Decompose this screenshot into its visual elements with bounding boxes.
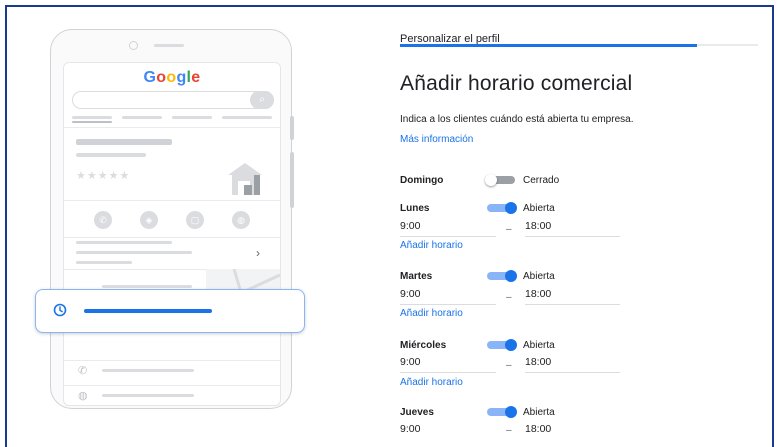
toggle-knob xyxy=(505,339,517,351)
time-separator: – xyxy=(506,224,512,235)
more-info-link[interactable]: Más información xyxy=(400,134,473,145)
day-label-lunes: Lunes xyxy=(400,203,430,214)
close-time-martes[interactable]: 18:00 xyxy=(525,287,620,305)
close-time-jueves[interactable]: 18:00 xyxy=(525,422,620,439)
business-subtitle-placeholder xyxy=(76,153,146,157)
clock-icon xyxy=(53,303,67,317)
open-time-martes[interactable]: 9:00 xyxy=(400,287,496,305)
time-separator: – xyxy=(506,425,512,436)
phone-screen: Google ⌕ ★★★★★ ✆ ◈ ▢ ◍ › ✆ ◍ xyxy=(63,62,281,406)
toggle-knob xyxy=(485,174,497,186)
address-placeholder xyxy=(102,285,192,288)
save-icon: ▢ xyxy=(186,211,204,229)
divider xyxy=(64,237,280,238)
directions-icon: ◈ xyxy=(140,211,158,229)
phone-illustration: Google ⌕ ★★★★★ ✆ ◈ ▢ ◍ › ✆ ◍ xyxy=(50,29,294,409)
nav-tab-placeholder xyxy=(72,116,112,119)
phone-side-button xyxy=(290,152,294,208)
google-logo: Google xyxy=(143,69,201,86)
phone-number-placeholder xyxy=(102,369,194,372)
day-label-miercoles: Miércoles xyxy=(400,340,447,351)
divider xyxy=(64,200,280,201)
toggle-martes[interactable] xyxy=(485,270,517,282)
rating-stars: ★★★★★ xyxy=(76,170,131,182)
nav-tab-underline xyxy=(72,121,112,123)
status-miercoles: Abierta xyxy=(523,340,555,351)
nav-tab-placeholder xyxy=(122,116,162,119)
chevron-right-icon: › xyxy=(256,246,260,260)
phone-top-bar xyxy=(51,30,291,58)
search-icon: ⌕ xyxy=(250,91,274,109)
divider xyxy=(64,385,280,386)
time-separator: – xyxy=(506,360,512,371)
globe-icon: ◍ xyxy=(78,390,88,402)
search-bar: ⌕ xyxy=(72,91,274,109)
text-placeholder xyxy=(76,261,132,264)
status-jueves: Abierta xyxy=(523,407,555,418)
add-hours-martes[interactable]: Añadir horario xyxy=(400,308,463,319)
day-label-jueves: Jueves xyxy=(400,407,434,418)
close-time-lunes[interactable]: 18:00 xyxy=(525,219,620,237)
toggle-knob xyxy=(505,202,517,214)
text-placeholder xyxy=(76,241,172,244)
status-lunes: Abierta xyxy=(523,203,555,214)
phone-side-button xyxy=(290,116,294,140)
divider xyxy=(64,360,280,361)
website-icon: ◍ xyxy=(232,211,250,229)
camera-icon xyxy=(129,41,138,50)
open-time-lunes[interactable]: 9:00 xyxy=(400,219,496,237)
hours-highlight-card xyxy=(35,289,305,333)
progress-fill xyxy=(400,44,698,47)
speaker-grille xyxy=(154,44,184,47)
open-time-miercoles[interactable]: 9:00 xyxy=(400,355,496,373)
text-placeholder xyxy=(76,251,192,254)
storefront-icon xyxy=(228,163,262,195)
hours-placeholder-bar xyxy=(84,309,212,313)
toggle-lunes[interactable] xyxy=(485,202,517,214)
add-hours-lunes[interactable]: Añadir horario xyxy=(400,240,463,251)
open-time-jueves[interactable]: 9:00 xyxy=(400,422,496,439)
toggle-miercoles[interactable] xyxy=(485,339,517,351)
phone-icon: ✆ xyxy=(94,211,112,229)
day-label-martes: Martes xyxy=(400,271,433,282)
divider xyxy=(64,127,280,128)
business-name-placeholder xyxy=(76,139,172,145)
nav-tab-placeholder xyxy=(222,116,272,119)
toggle-domingo[interactable] xyxy=(485,174,517,186)
toggle-jueves[interactable] xyxy=(485,406,517,418)
toggle-knob xyxy=(505,406,517,418)
status-martes: Abierta xyxy=(523,271,555,282)
close-time-miercoles[interactable]: 18:00 xyxy=(525,355,620,373)
page-description: Indica a los clientes cuándo está abiert… xyxy=(400,114,634,125)
progress-bar xyxy=(400,44,758,47)
page-title: Añadir horario comercial xyxy=(400,72,633,95)
status-domingo: Cerrado xyxy=(523,175,560,186)
nav-tab-placeholder xyxy=(172,116,212,119)
add-hours-miercoles[interactable]: Añadir horario xyxy=(400,377,463,388)
toggle-knob xyxy=(505,270,517,282)
website-placeholder xyxy=(102,394,194,397)
phone-call-icon: ✆ xyxy=(78,365,88,377)
day-label-domingo: Domingo xyxy=(400,175,444,186)
time-separator: – xyxy=(506,292,512,303)
